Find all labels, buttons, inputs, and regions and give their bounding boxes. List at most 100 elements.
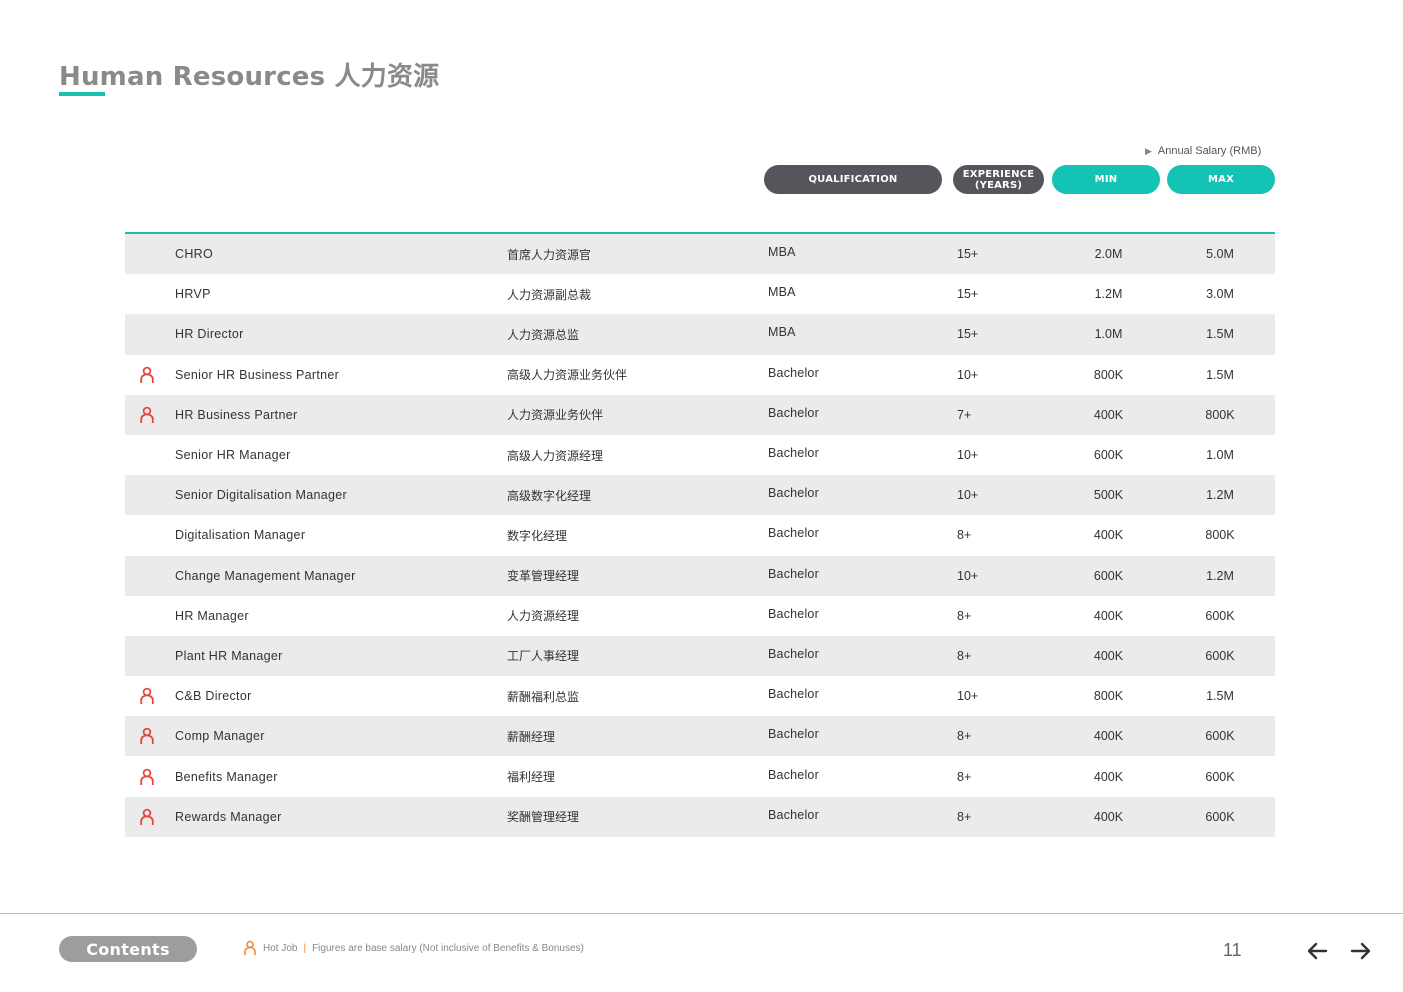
hot-job-icon bbox=[140, 406, 154, 423]
qualification-cell: Bachelor bbox=[768, 646, 819, 661]
min-salary-cell: 800K bbox=[1093, 689, 1124, 704]
table-row: C&B Director 薪酬福利总监 Bachelor 10+ 800K 1.5M bbox=[125, 676, 1275, 716]
experience-cell: 15+ bbox=[957, 287, 979, 302]
experience-cell: 10+ bbox=[957, 367, 979, 382]
hot-job-cell bbox=[139, 676, 157, 716]
max-salary-cell: 1.0M bbox=[1206, 448, 1234, 463]
min-salary-cell: 2.0M bbox=[1094, 247, 1123, 262]
qualification-cell: MBA bbox=[768, 245, 796, 260]
table-row: Change Management Manager 变革管理经理 Bachelor 1… bbox=[125, 555, 1275, 596]
hot-job-icon bbox=[140, 687, 154, 705]
experience-cell: 8+ bbox=[957, 528, 972, 543]
table-row: HR Director 人力资源总监 MBA 15+ 1.0M 1.5M bbox=[125, 314, 1275, 355]
experience-cell: 8+ bbox=[957, 769, 972, 784]
qualification-cell: Bachelor bbox=[768, 446, 819, 461]
job-title-cn: 工厂人事经理 bbox=[507, 649, 580, 664]
hot-job-icon bbox=[140, 728, 154, 745]
job-title-cn: 薪酬经理 bbox=[507, 729, 556, 744]
max-salary-cell: 600K bbox=[1205, 608, 1235, 623]
qualification-cell: Bachelor bbox=[768, 405, 819, 420]
min-salary-cell: 1.2M bbox=[1094, 287, 1123, 302]
hot-job-cell bbox=[139, 797, 157, 837]
table-row: Digitalisation Manager 数字化经理 Bachelor 8+ 400… bbox=[125, 515, 1275, 555]
table-row: HR Business Partner 人力资源业务伙伴 Bachelor 7+ 400… bbox=[125, 394, 1275, 435]
max-salary-cell: 1.5M bbox=[1206, 327, 1234, 342]
annual-salary-note: ▶ Annual Salary (RMB) bbox=[1145, 145, 1261, 157]
qualification-cell: Bachelor bbox=[768, 365, 819, 380]
table-row: HR Manager 人力资源经理 Bachelor 8+ 400K 600K bbox=[125, 596, 1275, 636]
qualification-cell: Bachelor bbox=[768, 807, 819, 822]
max-salary-cell: 1.2M bbox=[1206, 488, 1234, 503]
job-title-cn: 高级人力资源业务伙伴 bbox=[507, 368, 628, 383]
job-title-cn: 奖酬管理经理 bbox=[507, 810, 580, 825]
contents-button[interactable]: Contents bbox=[59, 936, 197, 962]
qualification-cell: Bachelor bbox=[768, 486, 819, 501]
min-salary-cell: 800K bbox=[1093, 367, 1124, 382]
arrow-left-icon[interactable] bbox=[1306, 940, 1328, 962]
qualification-cell: Bachelor bbox=[768, 727, 819, 742]
experience-header-line2: (YEARS) bbox=[974, 179, 1023, 191]
experience-header: EXPERIENCE (YEARS) bbox=[953, 165, 1044, 194]
arrow-right-icon[interactable] bbox=[1350, 940, 1372, 962]
job-title-en: HR Business Partner bbox=[175, 407, 298, 422]
job-title-en: HRVP bbox=[175, 287, 211, 302]
experience-cell: 10+ bbox=[957, 568, 979, 583]
job-title-cn: 高级人力资源经理 bbox=[507, 448, 604, 463]
experience-cell: 7+ bbox=[957, 407, 972, 422]
job-title-en: Plant HR Manager bbox=[175, 648, 283, 663]
table-row: Benefits Manager 福利经理 Bachelor 8+ 400K 600K bbox=[125, 756, 1275, 796]
job-title-en: HR Director bbox=[175, 327, 244, 342]
max-salary-cell: 800K bbox=[1205, 528, 1235, 543]
min-salary-cell: 400K bbox=[1093, 608, 1124, 623]
experience-cell: 10+ bbox=[957, 488, 979, 503]
min-salary-cell: 600K bbox=[1093, 568, 1124, 583]
job-title-cn: 人力资源业务伙伴 bbox=[507, 408, 604, 423]
job-title-en: Senior HR Business Partner bbox=[175, 367, 340, 382]
min-salary-cell: 400K bbox=[1093, 809, 1124, 824]
qualification-header: QUALIFICATION bbox=[764, 165, 942, 194]
job-title-cn: 薪酬福利总监 bbox=[507, 689, 580, 704]
job-title-en: C&B Director bbox=[175, 689, 252, 704]
job-title-cn: 数字化经理 bbox=[507, 528, 568, 543]
min-salary-cell: 500K bbox=[1093, 488, 1124, 503]
hot-job-cell bbox=[139, 515, 157, 555]
hot-job-cell bbox=[139, 395, 157, 435]
page-title: Human Resources 人力资源 bbox=[59, 62, 440, 92]
job-title-en: Benefits Manager bbox=[175, 769, 278, 784]
min-salary-cell: 600K bbox=[1093, 448, 1124, 463]
qualification-cell: MBA bbox=[768, 285, 796, 300]
job-title-en: Digitalisation Manager bbox=[175, 528, 306, 543]
max-salary-cell: 5.0M bbox=[1206, 247, 1234, 262]
experience-cell: 8+ bbox=[957, 608, 972, 623]
min-salary-header: MIN bbox=[1052, 165, 1160, 194]
table-row: Senior HR Business Partner 高级人力资源业务伙伴 Bach… bbox=[125, 355, 1275, 395]
table-row: Senior Digitalisation Manager 高级数字化经理 Bach… bbox=[125, 475, 1275, 516]
max-salary-header: MAX bbox=[1167, 165, 1275, 194]
qualification-cell: Bachelor bbox=[768, 687, 819, 702]
job-title-en: Rewards Manager bbox=[175, 809, 282, 824]
max-salary-cell: 800K bbox=[1205, 407, 1235, 422]
max-salary-cell: 600K bbox=[1205, 809, 1235, 824]
hot-job-cell bbox=[139, 314, 157, 354]
salary-table: CHRO 首席人力资源官 MBA 15+ 2.0M 5.0M HRVP 人力资源副总裁 MBA 1… bbox=[125, 232, 1275, 837]
annual-salary-label: Annual Salary (RMB) bbox=[1157, 145, 1262, 157]
min-salary-cell: 400K bbox=[1093, 729, 1124, 744]
job-title-cn: 高级数字化经理 bbox=[507, 488, 592, 503]
qualification-cell: Bachelor bbox=[768, 767, 819, 782]
job-title-cn: 福利经理 bbox=[507, 770, 556, 785]
salary-disclaimer: Figures are base salary (Not inclusive o… bbox=[312, 942, 584, 954]
hot-job-cell bbox=[139, 716, 157, 756]
qualification-cell: Bachelor bbox=[768, 606, 819, 621]
max-salary-cell: 600K bbox=[1205, 648, 1235, 663]
title-underline bbox=[59, 92, 105, 96]
job-title-en: Change Management Manager bbox=[175, 568, 356, 583]
hot-job-cell bbox=[139, 475, 157, 515]
hot-job-cell bbox=[139, 596, 157, 636]
max-salary-cell: 1.2M bbox=[1206, 568, 1234, 583]
experience-cell: 10+ bbox=[957, 448, 979, 463]
table-row: HRVP 人力资源副总裁 MBA 15+ 1.2M 3.0M bbox=[125, 274, 1275, 314]
hot-job-cell bbox=[139, 234, 157, 274]
job-title-en: Senior Digitalisation Manager bbox=[175, 488, 347, 503]
experience-cell: 8+ bbox=[957, 809, 972, 824]
job-title-cn: 人力资源总监 bbox=[507, 327, 580, 342]
